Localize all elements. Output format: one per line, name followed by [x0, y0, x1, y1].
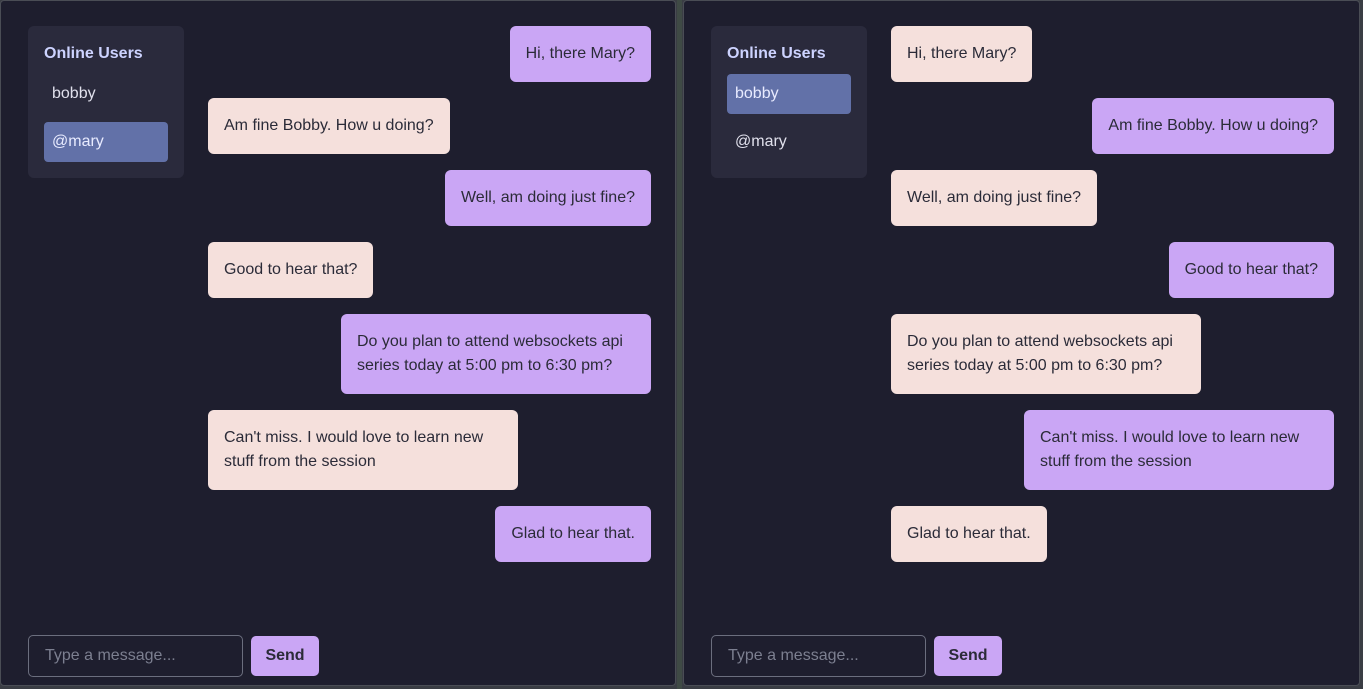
message-bubble: Can't miss. I would love to learn new st… [208, 410, 518, 490]
message-row: Good to hear that? [208, 242, 651, 298]
message-row: Am fine Bobby. How u doing? [208, 98, 651, 154]
message-row: Do you plan to attend websockets api ser… [891, 314, 1334, 394]
message-row: Good to hear that? [891, 242, 1334, 298]
message-row: Do you plan to attend websockets api ser… [208, 314, 651, 394]
message-bubble: Well, am doing just fine? [444, 170, 651, 226]
message-bubble: Do you plan to attend websockets api ser… [891, 314, 1201, 394]
user-item-mary[interactable]: @mary [44, 122, 168, 162]
send-button[interactable]: Send [934, 636, 1002, 676]
message-list: Hi, there Mary? Am fine Bobby. How u doi… [208, 26, 651, 578]
message-bubble: Hi, there Mary? [891, 26, 1033, 82]
chat-window-left: Online Users bobby @mary Hi, there Mary?… [0, 0, 676, 686]
chat-window-right: Online Users bobby @mary Hi, there Mary?… [683, 0, 1360, 686]
message-row: Hi, there Mary? [891, 26, 1334, 82]
message-row: Hi, there Mary? [208, 26, 651, 82]
online-users-panel: Online Users bobby @mary [711, 26, 867, 178]
message-row: Well, am doing just fine? [891, 170, 1334, 226]
user-item-bobby[interactable]: bobby [727, 74, 851, 114]
message-bubble: Glad to hear that. [891, 506, 1047, 562]
send-button[interactable]: Send [251, 636, 319, 676]
online-users-title: Online Users [727, 45, 826, 62]
message-bubble: Do you plan to attend websockets api ser… [341, 314, 651, 394]
message-row: Glad to hear that. [891, 506, 1334, 562]
online-users-panel: Online Users bobby @mary [28, 26, 184, 178]
message-input[interactable] [28, 635, 243, 677]
message-bubble: Can't miss. I would love to learn new st… [1024, 410, 1334, 490]
message-bubble: Well, am doing just fine? [891, 170, 1098, 226]
message-input[interactable] [711, 635, 926, 677]
online-users-title: Online Users [44, 45, 143, 62]
message-row: Can't miss. I would love to learn new st… [891, 410, 1334, 490]
message-row: Well, am doing just fine? [208, 170, 651, 226]
message-list: Hi, there Mary? Am fine Bobby. How u doi… [891, 26, 1334, 578]
message-bubble: Am fine Bobby. How u doing? [1092, 98, 1334, 154]
message-row: Glad to hear that. [208, 506, 651, 562]
message-row: Can't miss. I would love to learn new st… [208, 410, 651, 490]
message-bubble: Good to hear that? [208, 242, 374, 298]
message-bubble: Am fine Bobby. How u doing? [208, 98, 450, 154]
message-composer: Send [28, 635, 319, 677]
user-item-bobby[interactable]: bobby [44, 74, 168, 114]
message-bubble: Good to hear that? [1168, 242, 1334, 298]
message-bubble: Glad to hear that. [495, 506, 651, 562]
window-divider [677, 0, 682, 689]
message-bubble: Hi, there Mary? [509, 26, 651, 82]
message-row: Am fine Bobby. How u doing? [891, 98, 1334, 154]
user-item-mary[interactable]: @mary [727, 122, 851, 162]
message-composer: Send [711, 635, 1002, 677]
